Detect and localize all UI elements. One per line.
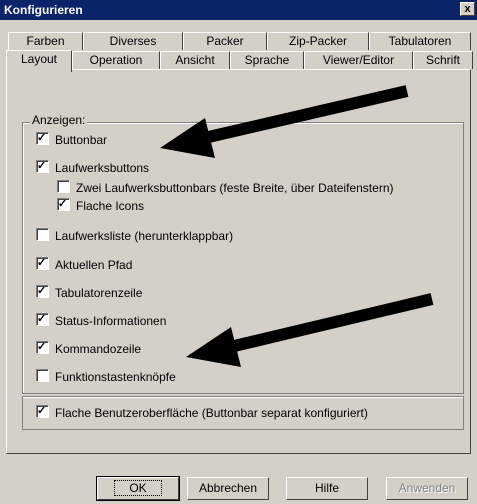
cancel-button[interactable]: Abbrechen <box>187 477 269 500</box>
annotation-arrows <box>160 85 434 367</box>
arrow-icon <box>160 85 409 158</box>
ok-label: OK <box>114 480 162 496</box>
tab-layout[interactable]: Layout <box>6 50 72 72</box>
apply-button[interactable]: Anwenden <box>386 477 468 500</box>
ok-button[interactable]: OK <box>96 476 180 501</box>
help-button[interactable]: Hilfe <box>286 477 368 500</box>
arrow-icon <box>186 293 434 367</box>
